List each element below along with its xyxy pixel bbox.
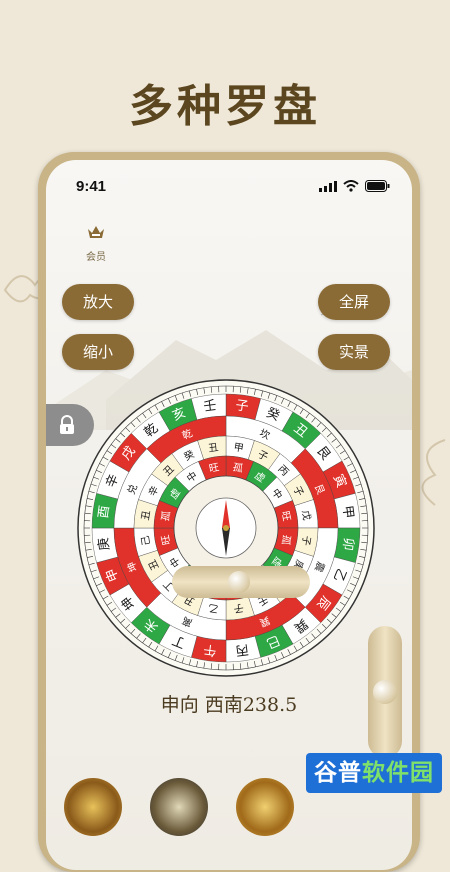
- compass-label: 丑: [140, 510, 152, 522]
- fullscreen-button[interactable]: 全屏: [318, 284, 390, 320]
- direction-readout: 申向 西南238.5: [46, 690, 412, 717]
- compass-label: 旺: [208, 462, 220, 475]
- status-icons: [319, 180, 390, 192]
- compass-label: 己: [140, 535, 152, 547]
- compass-label: 甲: [339, 505, 356, 520]
- compass-label: 卯: [339, 537, 356, 552]
- horizontal-slider-knob[interactable]: [228, 571, 250, 593]
- wifi-icon: [343, 180, 359, 192]
- compass-label: 子: [235, 398, 250, 415]
- compass-label: 甲: [233, 442, 245, 454]
- compass-thumbnail[interactable]: [150, 778, 208, 836]
- compass-label: 庚: [95, 537, 113, 552]
- vertical-slider-knob[interactable]: [373, 680, 397, 704]
- zoom-in-button[interactable]: 放大: [62, 284, 134, 320]
- compass-label: 子: [233, 601, 245, 614]
- compass-label: 酉: [96, 505, 113, 520]
- compass-label: 旺: [160, 534, 173, 546]
- zoom-out-button[interactable]: 缩小: [62, 334, 134, 370]
- compass-label: 午: [203, 641, 218, 658]
- crown-icon: [87, 224, 105, 240]
- watermark-logo: 谷普软件园: [306, 753, 442, 793]
- compass-label: 丑: [208, 442, 220, 454]
- watermark-part2: 软件园: [362, 760, 434, 786]
- vip-label: 会员: [76, 248, 116, 263]
- watermark-part1: 谷普: [314, 760, 362, 786]
- compass-dial[interactable]: 子癸丑艮寅甲卯乙辰巽巳丙午丁未坤申庚酉辛戌乾亥壬坎艮震巽离坤兑乾甲子丙子戊子庚子…: [76, 378, 376, 678]
- compass-needle-pivot: [223, 525, 229, 531]
- live-view-button[interactable]: 实景: [318, 334, 390, 370]
- lock-icon: [58, 415, 76, 435]
- battery-icon: [365, 180, 390, 192]
- signal-icon: [319, 181, 337, 192]
- compass-label: 乙: [207, 601, 219, 614]
- compass-label: 戊: [299, 509, 312, 521]
- page-headline: 多种罗盘: [0, 70, 450, 134]
- compass-label: 子: [299, 535, 312, 547]
- vip-button[interactable]: 会员: [76, 224, 116, 263]
- compass-label: 丙: [235, 641, 250, 658]
- status-time: 9:41: [76, 178, 106, 195]
- compass-thumbnail[interactable]: [236, 778, 294, 836]
- compass-label: 壬: [203, 398, 218, 415]
- compass-label: 旺: [279, 510, 292, 522]
- compass-thumbnail[interactable]: [64, 778, 122, 836]
